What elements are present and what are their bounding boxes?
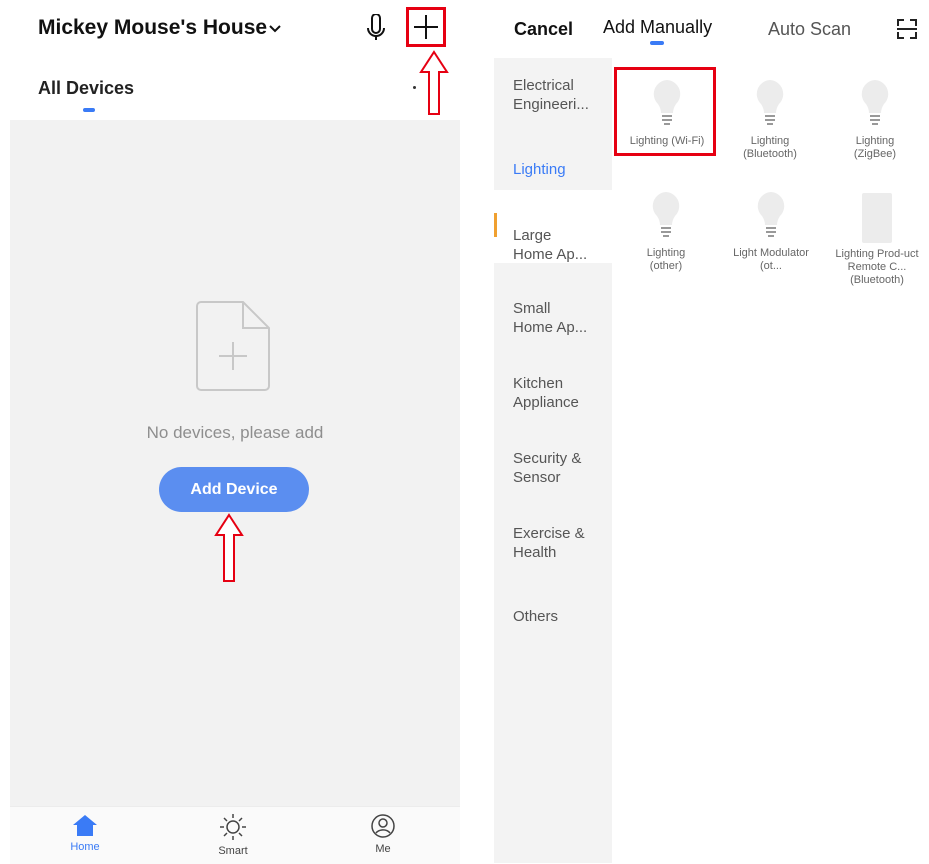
product-label: Light Modulator (ot... (733, 247, 809, 272)
active-category-indicator (494, 213, 497, 237)
product-lighting-other[interactable]: Lighting (other) (616, 190, 716, 273)
chevron-down-icon[interactable] (266, 20, 284, 38)
empty-message: No devices, please add (146, 423, 324, 442)
scan-icon[interactable] (896, 18, 918, 40)
cancel-button[interactable]: Cancel (514, 19, 573, 40)
product-label: Lighting (ZigBee) (853, 135, 897, 160)
category-kitchen-appliance[interactable]: Kitchen Appliance (513, 374, 593, 412)
product-lighting-remote[interactable]: Lighting Prod-uct Remote C... (Bluetooth… (829, 193, 925, 287)
up-arrow-annotation (419, 50, 449, 115)
category-sidebar: Electrical Engineeri... Lighting Large H… (494, 58, 612, 863)
home-screen: Mickey Mouse's House All Devices No devi… (10, 0, 460, 864)
tab-smart[interactable]: Smart (193, 813, 273, 857)
tab-indicator (650, 41, 664, 45)
bulb-icon (756, 80, 784, 125)
tab-home[interactable]: Home (45, 813, 125, 853)
tab-me[interactable]: Me (343, 813, 423, 855)
product-label: Lighting (Bluetooth) (743, 135, 797, 160)
category-electrical[interactable]: Electrical Engineeri... (513, 76, 593, 114)
remote-icon (862, 193, 892, 243)
add-device-screen: Cancel Add Manually Auto Scan Electrical… (494, 0, 929, 863)
add-device-button[interactable]: Add Device (159, 467, 309, 512)
product-lighting-bluetooth[interactable]: Lighting (Bluetooth) (720, 78, 820, 161)
tab-label: Smart (218, 845, 248, 857)
bulb-icon (652, 192, 680, 237)
home-icon (73, 815, 97, 836)
more-icon[interactable] (413, 86, 416, 89)
product-label: Lighting Prod-uct Remote C... (Bluetooth… (835, 248, 919, 286)
category-exercise-health[interactable]: Exercise & Health (513, 524, 593, 562)
highlight-box-plus (406, 7, 446, 47)
highlight-box-lighting-wifi (614, 67, 716, 156)
microphone-icon[interactable] (365, 14, 387, 44)
product-lighting-zigbee[interactable]: Lighting (ZigBee) (829, 78, 921, 161)
tab-indicator (83, 108, 95, 112)
home-title[interactable]: Mickey Mouse's House (38, 16, 267, 40)
device-list-area (10, 120, 460, 806)
user-icon (371, 814, 395, 838)
category-small-home-appliance[interactable]: Small Home Ap... (513, 299, 593, 337)
all-devices-tab[interactable]: All Devices (38, 78, 134, 99)
category-large-home-appliance[interactable]: Large Home Ap... (513, 226, 593, 264)
tab-auto-scan[interactable]: Auto Scan (768, 19, 851, 40)
category-lighting[interactable]: Lighting (513, 160, 566, 179)
tab-label: Me (375, 843, 391, 855)
category-others[interactable]: Others (513, 607, 558, 626)
tab-label: Home (70, 841, 100, 853)
sun-icon (220, 814, 246, 840)
product-label: Lighting (other) (646, 247, 686, 272)
up-arrow-annotation (214, 513, 244, 582)
bulb-icon (757, 192, 785, 237)
bulb-icon (861, 80, 889, 125)
tab-add-manually[interactable]: Add Manually (603, 17, 712, 38)
category-security-sensor[interactable]: Security & Sensor (513, 449, 593, 487)
empty-file-icon (196, 301, 270, 391)
product-light-modulator[interactable]: Light Modulator (ot... (721, 190, 821, 273)
bottom-tab-bar: Home Smart Me (10, 806, 460, 864)
